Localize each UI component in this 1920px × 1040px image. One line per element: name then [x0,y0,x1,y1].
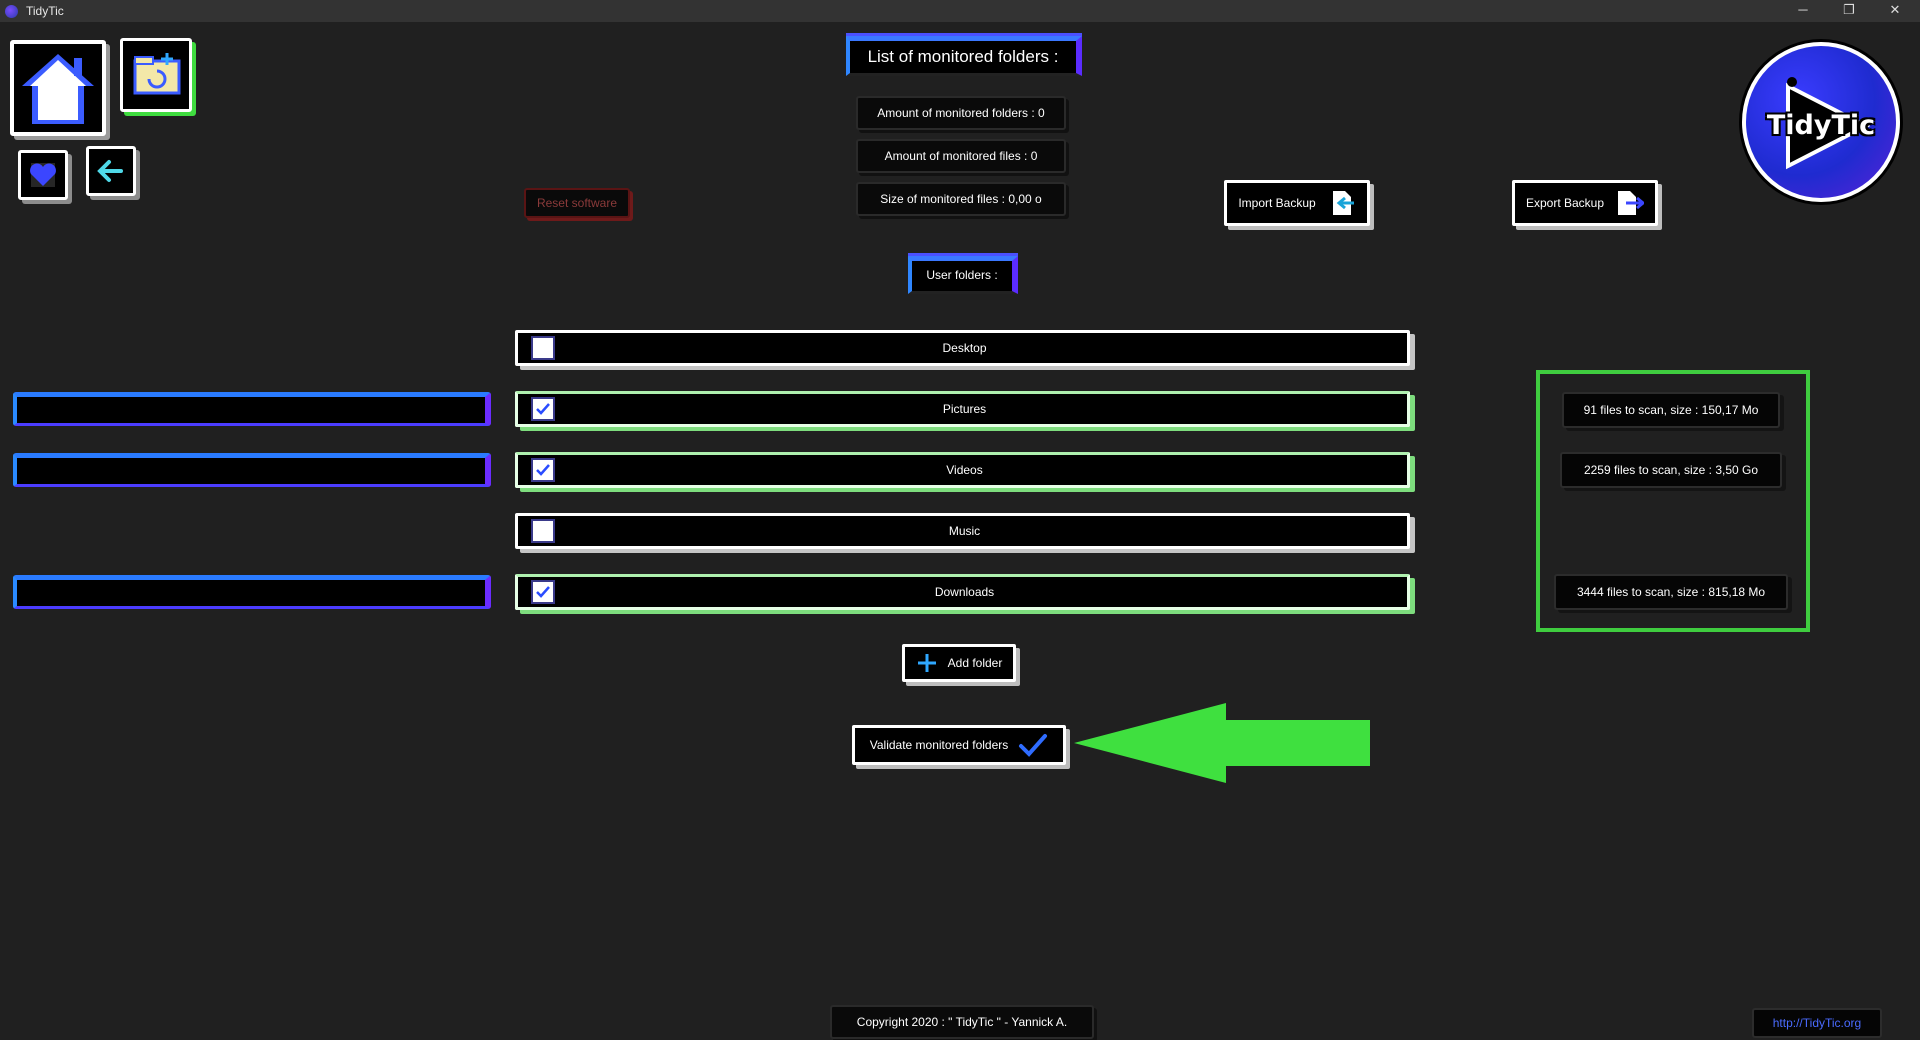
back-arrow-icon [97,160,123,182]
window-title: TidyTic [26,4,64,18]
home-button[interactable] [10,40,106,136]
folder-label: Pictures [942,402,987,416]
annotation-arrow [1074,703,1370,783]
add-folder-button[interactable]: Add folder [902,644,1016,682]
pictures-progress-bar [13,392,491,426]
close-button[interactable]: ✕ [1872,0,1918,22]
folder-label: Videos [946,463,983,477]
downloads-progress-bar [13,575,491,609]
import-backup-button[interactable]: Import Backup [1224,180,1370,226]
user-folders-label: User folders : [908,256,1018,294]
folder-label: Downloads [934,585,995,599]
copyright-label: Copyright 2020 : " TidyTic " - Yannick A… [830,1005,1094,1039]
app-icon [5,5,18,18]
logo-text: TidyTic [1766,110,1876,141]
export-backup-label: Export Backup [1525,196,1605,210]
downloads-scan-info: 3444 files to scan, size : 815,18 Mo [1554,574,1788,610]
add-folder-label: Add folder [947,656,1003,670]
pictures-checkbox[interactable] [531,397,555,421]
stat-files-count: Amount of monitored files : 0 [856,139,1066,173]
validate-label: Validate monitored folders [869,738,1009,752]
checkmark-icon [1019,734,1048,757]
checkmark-icon [536,586,550,598]
folder-row-downloads[interactable]: Downloads [515,574,1410,610]
plus-icon [917,654,936,672]
back-button[interactable] [86,146,136,196]
title-bar [0,0,1920,22]
pictures-scan-info: 91 files to scan, size : 150,17 Mo [1562,392,1780,428]
tidytic-logo: TidyTic [1742,42,1900,202]
import-icon [1332,191,1354,215]
home-icon [22,54,94,124]
folder-row-music[interactable]: Music [515,513,1410,549]
reset-software-button[interactable]: Reset software [524,188,630,218]
website-link[interactable]: http://TidyTic.org [1752,1008,1882,1038]
folder-row-pictures[interactable]: Pictures [515,391,1410,427]
folder-label: Desktop [942,341,987,355]
monitored-folders-button[interactable] [120,38,192,112]
export-backup-button[interactable]: Export Backup [1512,180,1658,226]
stat-files-size: Size of monitored files : 0,00 o [856,182,1066,216]
page-title: List of monitored folders : [846,36,1082,76]
desktop-checkbox[interactable] [531,336,555,360]
heart-icon [30,163,56,187]
folder-row-videos[interactable]: Videos [515,452,1410,488]
videos-progress-bar [13,453,491,487]
music-checkbox[interactable] [531,519,555,543]
favorites-button[interactable] [18,150,68,200]
minimize-button[interactable]: ─ [1780,0,1826,22]
videos-scan-info: 2259 files to scan, size : 3,50 Go [1560,452,1782,488]
export-icon [1618,191,1645,215]
folder-sync-icon [133,53,181,95]
stat-folders-count: Amount of monitored folders : 0 [856,96,1066,130]
videos-checkbox[interactable] [531,458,555,482]
import-backup-label: Import Backup [1238,196,1316,210]
validate-folders-button[interactable]: Validate monitored folders [852,725,1066,765]
downloads-checkbox[interactable] [531,580,555,604]
restore-button[interactable]: ❐ [1826,0,1872,22]
checkmark-icon [536,464,550,476]
checkmark-icon [536,403,550,415]
folder-label: Music [948,524,981,538]
folder-row-desktop[interactable]: Desktop [515,330,1410,366]
